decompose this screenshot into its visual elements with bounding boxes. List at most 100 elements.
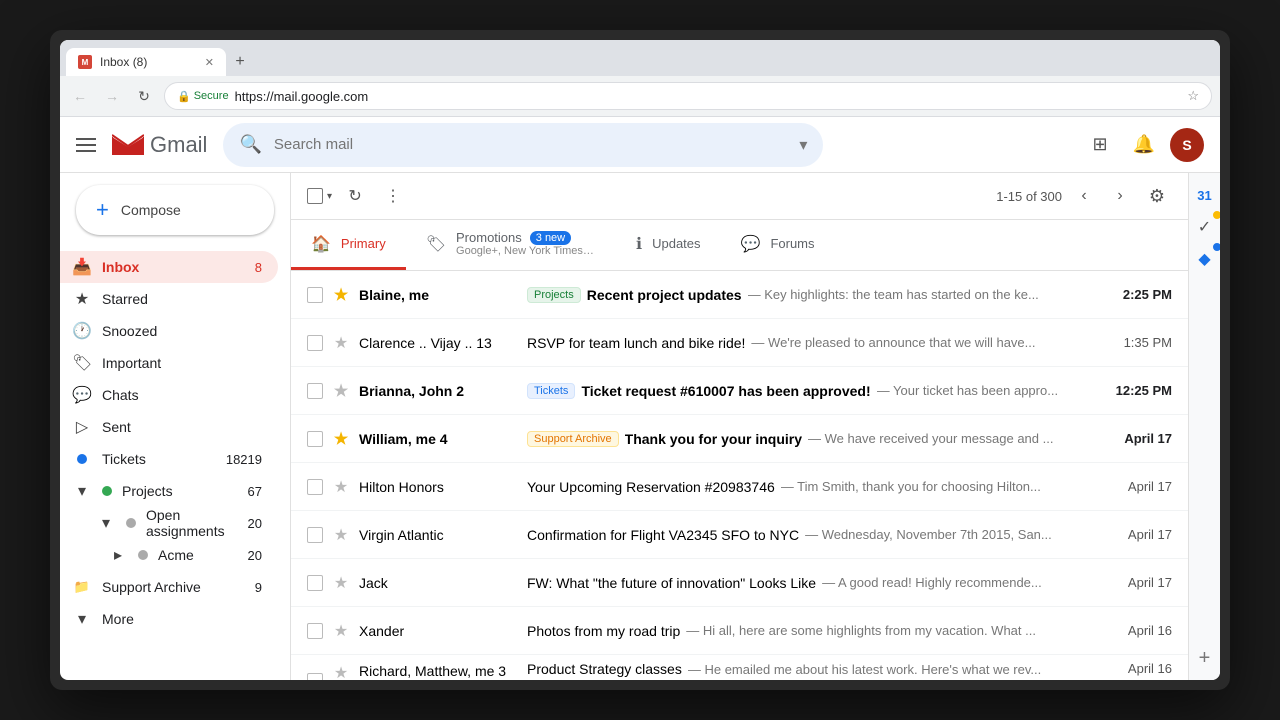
row-checkbox[interactable] <box>307 527 323 543</box>
sidebar-item-support-archive[interactable]: 📁 Support Archive 9 <box>60 571 278 603</box>
sidebar-item-sent[interactable]: ▷ Sent <box>60 411 278 443</box>
bookmark-btn[interactable]: ☆ <box>1187 88 1199 104</box>
sidebar-item-important[interactable]: 🏷 Important <box>60 347 278 379</box>
sidebar-item-more[interactable]: ▾ More <box>60 603 278 635</box>
sidebar-item-tickets[interactable]: Tickets 18219 <box>60 443 278 475</box>
star-btn[interactable]: ★ <box>331 621 351 641</box>
sidebar-item-chats[interactable]: 💬 Chats <box>60 379 278 411</box>
sidebar-item-acme[interactable]: ▸ Acme 20 <box>60 539 278 571</box>
tab-close-btn[interactable]: ✕ <box>205 56 214 69</box>
user-avatar[interactable]: S <box>1170 128 1204 162</box>
forward-btn[interactable]: → <box>100 84 124 108</box>
sidebar-item-snoozed[interactable]: 🕐 Snoozed <box>60 315 278 347</box>
email-row[interactable]: ★ William, me 4 Support Archive Thank yo… <box>291 415 1188 463</box>
email-row[interactable]: ★ Virgin Atlantic Confirmation for Fligh… <box>291 511 1188 559</box>
tab-forums[interactable]: 💬 Forums <box>721 220 835 270</box>
email-row[interactable]: ★ Blaine, me Projects Recent project upd… <box>291 271 1188 319</box>
email-date: 1:35 PM <box>1124 335 1172 350</box>
star-btn[interactable]: ★ <box>331 285 351 305</box>
email-main-panel: ▾ ↻ ⋮ 1-15 of 300 ‹ › ⚙ <box>290 173 1188 680</box>
tab-promotions[interactable]: 🏷 Promotions 3 new Google+, New York Tim… <box>406 220 616 270</box>
keep-icon[interactable]: ◆ <box>1191 245 1219 273</box>
star-btn[interactable]: ★ <box>331 381 351 401</box>
sidebar-item-inbox[interactable]: 📥 Inbox 8 <box>60 251 278 283</box>
row-checkbox[interactable] <box>307 335 323 351</box>
select-dropdown-btn[interactable]: ▾ <box>327 191 332 202</box>
sender-name: William, me 4 <box>359 431 519 447</box>
sent-label: Sent <box>102 419 262 435</box>
row-checkbox[interactable] <box>307 575 323 591</box>
row-checkbox[interactable] <box>307 479 323 495</box>
sidebar-item-projects[interactable]: ▾ Projects 67 <box>60 475 278 507</box>
label-tag: Support Archive <box>527 431 619 447</box>
email-row[interactable]: ★ Richard, Matthew, me 3 Product Strateg… <box>291 655 1188 680</box>
sidebar-item-starred[interactable]: ★ Starred <box>60 283 278 315</box>
star-btn[interactable]: ★ <box>331 333 351 353</box>
tab-primary[interactable]: 🏠 Primary <box>291 220 406 270</box>
select-all-area[interactable]: ▾ <box>307 188 332 204</box>
more-actions-btn[interactable]: ⋮ <box>378 181 408 211</box>
open-assignments-label: Open assignments <box>146 507 238 539</box>
email-subject: Thank you for your inquiry <box>625 431 802 447</box>
inbox-label: Inbox <box>102 259 245 275</box>
sender-name: Clarence .. Vijay .. 13 <box>359 335 519 351</box>
back-btn[interactable]: ← <box>68 84 92 108</box>
acme-label: Acme <box>158 547 238 563</box>
select-all-checkbox[interactable] <box>307 188 323 204</box>
email-row[interactable]: ★ Clarence .. Vijay .. 13 RSVP for team … <box>291 319 1188 367</box>
gmail-favicon: M <box>78 55 92 69</box>
star-btn[interactable]: ★ <box>331 525 351 545</box>
compose-btn[interactable]: + Compose <box>76 185 274 235</box>
email-row[interactable]: ★ Brianna, John 2 Tickets Ticket request… <box>291 367 1188 415</box>
star-btn[interactable]: ★ <box>331 477 351 497</box>
search-icon: 🔍 <box>239 134 261 155</box>
row-checkbox[interactable] <box>307 623 323 639</box>
url-text: https://mail.google.com <box>235 89 369 104</box>
apps-grid-btn[interactable]: ⊞ <box>1082 127 1118 163</box>
sidebar-item-open-assignments[interactable]: ▾ Open assignments 20 <box>60 507 278 539</box>
promotions-tab-icon: 🏷 <box>426 234 446 254</box>
email-date: April 16 <box>1128 661 1172 676</box>
email-row[interactable]: ★ Jack FW: What "the future of innovatio… <box>291 559 1188 607</box>
search-dropdown-icon[interactable]: ▾ <box>799 135 807 155</box>
row-checkbox[interactable] <box>307 383 323 399</box>
email-preview: — Hi all, here are some highlights from … <box>686 623 1036 638</box>
tasks-icon[interactable]: ✓ <box>1191 213 1219 241</box>
browser-address-bar: ← → ↻ 🔒 Secure https://mail.google.com ☆ <box>60 76 1220 117</box>
email-row[interactable]: ★ Xander Photos from my road trip — Hi a… <box>291 607 1188 655</box>
snoozed-icon: 🕐 <box>72 321 92 341</box>
refresh-btn[interactable]: ↻ <box>132 84 156 108</box>
email-date: April 17 <box>1128 527 1172 542</box>
tab-title: Inbox (8) <box>100 55 147 69</box>
row-checkbox[interactable] <box>307 431 323 447</box>
tab-updates[interactable]: ℹ Updates <box>616 220 721 270</box>
inbox-icon: 📥 <box>72 257 92 277</box>
prev-page-btn[interactable]: ‹ <box>1070 182 1098 210</box>
email-content: Tickets Ticket request #610007 has been … <box>527 383 1108 399</box>
notifications-btn[interactable]: 🔔 <box>1126 127 1162 163</box>
star-btn[interactable]: ★ <box>331 663 351 680</box>
email-row[interactable]: ★ Hilton Honors Your Upcoming Reservatio… <box>291 463 1188 511</box>
secure-badge: 🔒 Secure <box>177 90 229 103</box>
refresh-email-btn[interactable]: ↻ <box>340 181 370 211</box>
new-tab-btn[interactable]: + <box>226 48 254 76</box>
settings-btn[interactable]: ⚙ <box>1142 181 1172 211</box>
projects-label: Projects <box>122 483 238 499</box>
star-btn[interactable]: ★ <box>331 573 351 593</box>
star-btn[interactable]: ★ <box>331 429 351 449</box>
sender-name: Hilton Honors <box>359 479 519 495</box>
add-app-btn[interactable]: + <box>1191 644 1219 672</box>
email-preview: — A good read! Highly recommende... <box>822 575 1042 590</box>
search-bar[interactable]: 🔍 ▾ <box>223 123 823 167</box>
url-bar[interactable]: 🔒 Secure https://mail.google.com ☆ <box>164 82 1212 110</box>
active-tab[interactable]: M Inbox (8) ✕ <box>66 48 226 76</box>
chats-label: Chats <box>102 387 262 403</box>
updates-tab-label: Updates <box>652 236 700 251</box>
calendar-icon[interactable]: 31 <box>1191 181 1219 209</box>
row-checkbox[interactable] <box>307 673 323 681</box>
search-input[interactable] <box>274 136 788 153</box>
row-checkbox[interactable] <box>307 287 323 303</box>
menu-hamburger-btn[interactable] <box>76 138 96 152</box>
next-page-btn[interactable]: › <box>1106 182 1134 210</box>
more-expand-icon: ▾ <box>72 609 92 629</box>
